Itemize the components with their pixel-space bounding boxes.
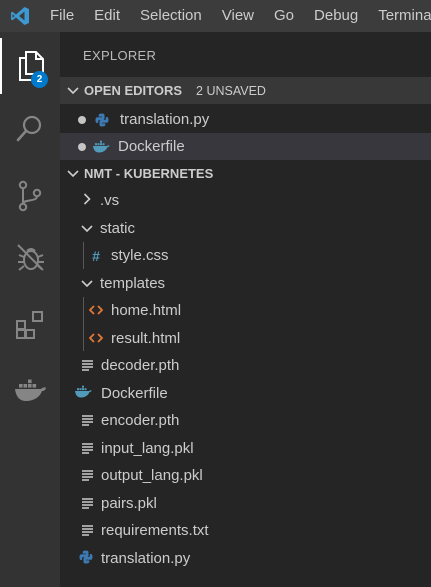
activity-bar: 2 xyxy=(0,32,60,587)
tree-item-label: templates xyxy=(100,275,166,292)
tree-item-label: translation.py xyxy=(101,550,191,567)
file-lines-icon xyxy=(82,498,93,509)
html-file-icon xyxy=(88,302,104,319)
title-bar: File Edit Selection View Go Debug Termin… xyxy=(0,0,431,32)
tree-item-label: input_lang.pkl xyxy=(101,440,194,457)
menu-file[interactable]: File xyxy=(40,0,84,32)
tree-item-encoder-pth[interactable]: encoder.pth xyxy=(60,407,431,434)
open-editor-translation-py[interactable]: translation.py xyxy=(60,106,431,133)
sidebar-title: EXPLORER xyxy=(83,48,157,63)
tree-item-home-html[interactable]: home.html xyxy=(60,297,431,324)
open-editor-label: Dockerfile xyxy=(118,138,185,155)
explorer-icon[interactable]: 2 xyxy=(0,38,60,94)
unsaved-dot-icon[interactable] xyxy=(78,142,86,151)
menu-edit[interactable]: Edit xyxy=(84,0,130,32)
tree-item-static-folder[interactable]: static xyxy=(60,215,431,242)
tree-item-label: requirements.txt xyxy=(101,522,209,539)
tree-item-input-lang-pkl[interactable]: input_lang.pkl xyxy=(60,435,431,462)
css-file-icon: # xyxy=(92,247,100,264)
docker-icon xyxy=(74,385,92,402)
open-editors-label: OPEN EDITORS xyxy=(84,83,183,98)
tree-item-label: decoder.pth xyxy=(101,357,180,374)
tree-item-style-css[interactable]: # style.css xyxy=(60,242,431,269)
tree-item-label: pairs.pkl xyxy=(101,495,157,512)
menu-go[interactable]: Go xyxy=(264,0,304,32)
tree-item-vs-folder[interactable]: .vs xyxy=(60,187,431,214)
project-header[interactable]: NMT - KUBERNETES xyxy=(60,160,431,187)
menu-view[interactable]: View xyxy=(212,0,264,32)
chevron-down-icon xyxy=(81,220,93,237)
tree-item-decoder-pth[interactable]: decoder.pth xyxy=(60,352,431,379)
file-lines-icon xyxy=(82,443,93,454)
open-editor-label: translation.py xyxy=(120,111,210,128)
unsaved-dot-icon[interactable] xyxy=(78,115,86,124)
chevron-right-icon xyxy=(83,192,91,209)
tree-item-label: .vs xyxy=(100,192,120,209)
project-label: NMT - KUBERNETES xyxy=(84,166,214,181)
vscode-logo-icon xyxy=(0,0,40,32)
chevron-down-icon xyxy=(81,275,93,292)
chevron-down-icon xyxy=(62,86,84,95)
explorer-sidebar: EXPLORER OPEN EDITORS 2 UNSAVED translat… xyxy=(60,32,431,587)
explorer-badge: 2 xyxy=(31,71,48,88)
tree-item-result-html[interactable]: result.html xyxy=(60,325,431,352)
menu-selection[interactable]: Selection xyxy=(130,0,212,32)
tree-item-label: home.html xyxy=(111,302,182,319)
source-control-icon[interactable] xyxy=(0,168,60,224)
file-lines-icon xyxy=(82,525,93,536)
tree-item-label: encoder.pth xyxy=(101,412,180,429)
python-icon xyxy=(79,550,93,568)
menu-terminal[interactable]: Terminal xyxy=(368,0,431,32)
tree-item-output-lang-pkl[interactable]: output_lang.pkl xyxy=(60,462,431,489)
tree-item-pairs-pkl[interactable]: pairs.pkl xyxy=(60,490,431,517)
tree-item-templates-folder[interactable]: templates xyxy=(60,270,431,297)
debug-icon[interactable] xyxy=(0,229,60,285)
docker-icon xyxy=(91,140,111,153)
menu-debug[interactable]: Debug xyxy=(304,0,368,32)
tree-item-label: output_lang.pkl xyxy=(101,467,203,484)
tree-item-label: result.html xyxy=(111,330,181,347)
tree-item-translation-py[interactable]: translation.py xyxy=(60,545,431,572)
tree-item-dockerfile[interactable]: Dockerfile xyxy=(60,380,431,407)
open-editors-header[interactable]: OPEN EDITORS 2 UNSAVED xyxy=(60,77,431,104)
extensions-icon[interactable] xyxy=(0,297,60,353)
html-file-icon xyxy=(88,330,104,347)
chevron-down-icon xyxy=(62,169,84,178)
tree-item-requirements-txt[interactable]: requirements.txt xyxy=(60,517,431,544)
tree-item-label: static xyxy=(100,220,136,237)
docker-icon[interactable] xyxy=(0,362,60,418)
file-lines-icon xyxy=(82,360,93,371)
unsaved-count: 2 UNSAVED xyxy=(196,83,266,98)
open-editor-dockerfile[interactable]: Dockerfile xyxy=(60,133,431,160)
search-icon[interactable] xyxy=(0,100,60,156)
tree-item-label: Dockerfile xyxy=(101,385,168,402)
tree-item-label: style.css xyxy=(111,247,169,264)
file-lines-icon xyxy=(82,470,93,481)
python-icon xyxy=(92,113,112,127)
file-lines-icon xyxy=(82,415,93,426)
